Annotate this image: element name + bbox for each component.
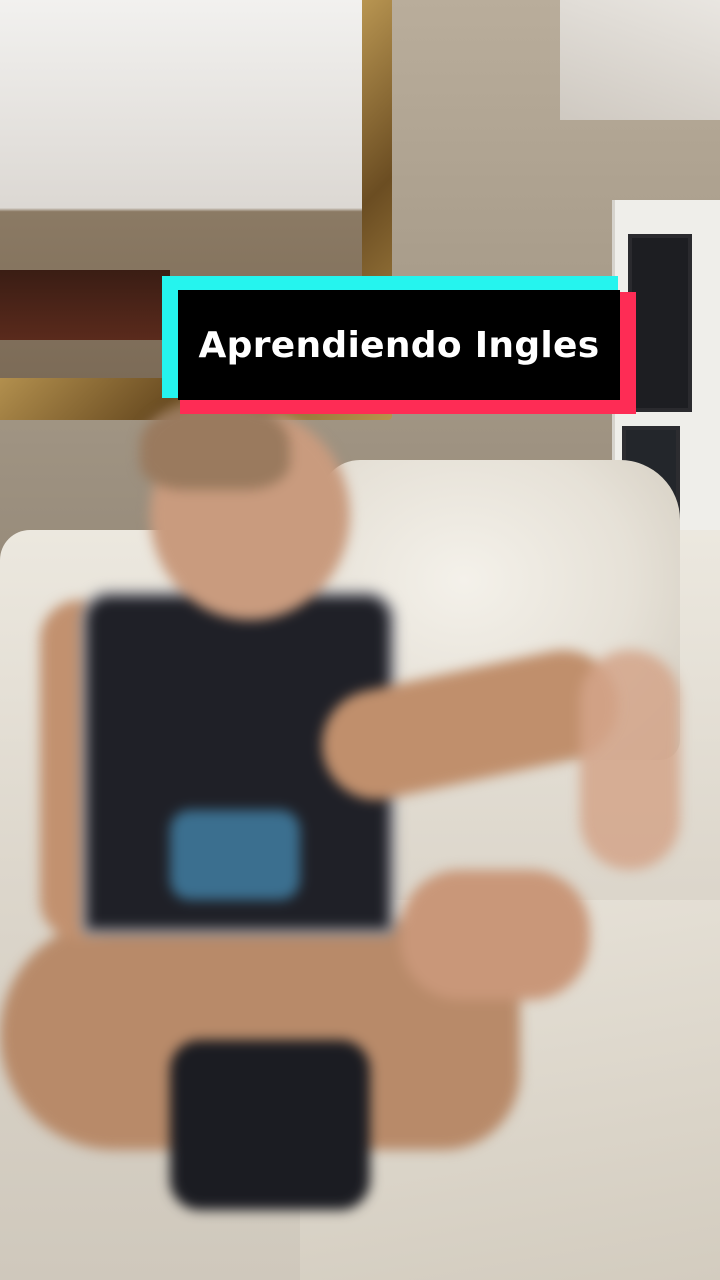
caption-overlay: Aprendiendo Ingles (162, 276, 636, 414)
tank-top-graphic (170, 810, 300, 900)
ceiling (560, 0, 720, 120)
person-fist (400, 870, 590, 1000)
caption-text: Aprendiendo Ingles (198, 324, 600, 366)
picture-frame-top (628, 234, 692, 412)
mirror-reflection-shelf (0, 270, 170, 340)
person-blurred (0, 400, 680, 1220)
caption-box: Aprendiendo Ingles (178, 290, 620, 400)
person-raised-hand (580, 650, 680, 870)
person-shorts (170, 1040, 370, 1210)
video-frame: Aprendiendo Ingles (0, 0, 720, 1280)
